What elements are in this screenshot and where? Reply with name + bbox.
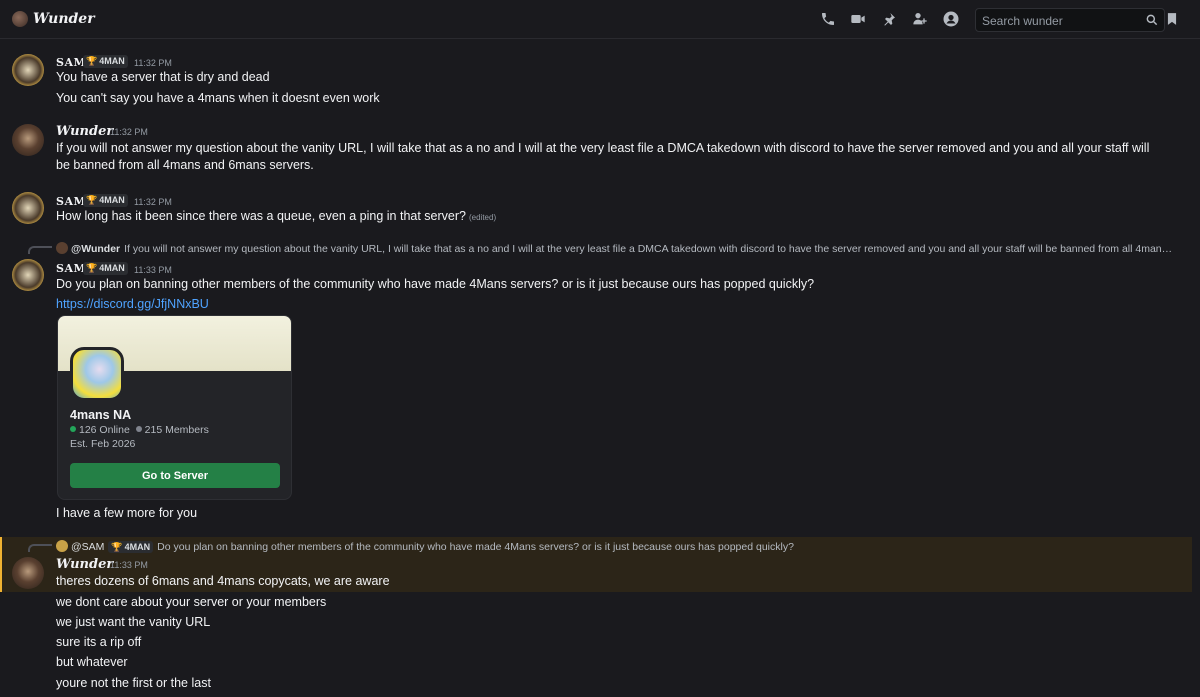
author-name[interactable]: SAM [56, 56, 86, 69]
message-text: You have a server that is dry and dead [56, 70, 270, 84]
avatar[interactable] [12, 557, 44, 589]
avatar[interactable] [12, 54, 44, 86]
reply-text: If you will not answer my question about… [124, 243, 1176, 255]
trophy-icon: 🏆 [86, 56, 98, 66]
timestamp: 11:32 PM [134, 197, 172, 207]
search-icon [1146, 14, 1158, 26]
edited-label: (edited) [468, 213, 497, 222]
avatar[interactable] [12, 192, 44, 224]
member-dot-icon [135, 426, 142, 432]
add-friends-icon[interactable] [911, 10, 929, 28]
message-text: sure its a rip off [56, 635, 142, 649]
avatar[interactable] [12, 124, 44, 156]
search-box[interactable] [975, 8, 1165, 32]
server-stats: 126 Online 215 Members [70, 424, 209, 436]
channel-header: Wunder [0, 0, 1200, 39]
message-text: If you will not answer my question about… [56, 141, 1150, 172]
reply-avatar [56, 242, 68, 254]
message-text: How long has it been since there was a q… [56, 209, 497, 223]
trophy-icon: 🏆 [111, 542, 123, 552]
message-text: You can't say you have a 4mans when it d… [56, 91, 380, 105]
reply-preview[interactable]: @SAM 🏆 4MAN Do you plan on banning other me… [56, 540, 1176, 553]
message-text: youre not the first or the last [56, 676, 211, 690]
timestamp: 11:33 PM [110, 560, 148, 570]
author-name[interactable]: Wunder [56, 124, 113, 139]
invite-link[interactable]: https://discord.gg/JfjNNxBU [56, 297, 209, 311]
message-text: Do you plan on banning other members of … [56, 277, 815, 291]
author-name[interactable]: Wunder [56, 557, 113, 572]
timestamp: 11:32 PM [110, 127, 148, 137]
trophy-icon: 🏆 [86, 263, 98, 273]
timestamp: 11:33 PM [134, 265, 172, 275]
message-text: we just want the vanity URL [56, 615, 211, 629]
author-name[interactable]: SAM [56, 262, 86, 275]
message-text: we dont care about your server or your m… [56, 595, 327, 609]
search-input[interactable] [982, 13, 1142, 29]
server-name[interactable]: 4mans NA [70, 408, 131, 422]
message-text: I have a few more for you [56, 506, 198, 520]
profile-icon[interactable] [942, 10, 960, 28]
role-tag[interactable]: 🏆 4MAN [108, 541, 154, 553]
go-to-server-button[interactable]: Go to Server [70, 463, 280, 488]
voice-call-icon[interactable] [819, 10, 837, 28]
online-dot-icon [70, 426, 76, 432]
dm-title[interactable]: Wunder [33, 11, 95, 27]
reply-connector [28, 246, 52, 254]
role-tag[interactable]: 🏆 4MAN [83, 55, 128, 68]
reply-author[interactable]: @SAM [71, 541, 104, 553]
reply-text: Do you plan on banning other members of … [157, 541, 794, 553]
reply-avatar [56, 540, 68, 552]
dm-avatar[interactable] [12, 11, 28, 27]
reply-author[interactable]: @Wunder [71, 243, 120, 255]
inbox-icon[interactable] [1163, 10, 1181, 28]
server-icon[interactable] [70, 347, 124, 401]
timestamp: 11:32 PM [134, 58, 172, 68]
pin-icon[interactable] [880, 10, 898, 28]
video-call-icon[interactable] [849, 10, 867, 28]
message-text: but whatever [56, 655, 128, 669]
role-tag[interactable]: 🏆 4MAN [83, 194, 128, 207]
reply-preview[interactable]: @Wunder If you will not answer my questio… [56, 242, 1176, 255]
author-name[interactable]: SAM [56, 195, 86, 208]
invite-card: 4mans NA 126 Online 215 Members Est. Feb… [57, 315, 292, 500]
avatar[interactable] [12, 259, 44, 291]
server-established: Est. Feb 2026 [70, 438, 136, 450]
reply-connector [28, 544, 52, 552]
message-text: theres dozens of 6mans and 4mans copycat… [56, 574, 390, 588]
role-tag[interactable]: 🏆 4MAN [83, 262, 128, 275]
trophy-icon: 🏆 [86, 195, 98, 205]
